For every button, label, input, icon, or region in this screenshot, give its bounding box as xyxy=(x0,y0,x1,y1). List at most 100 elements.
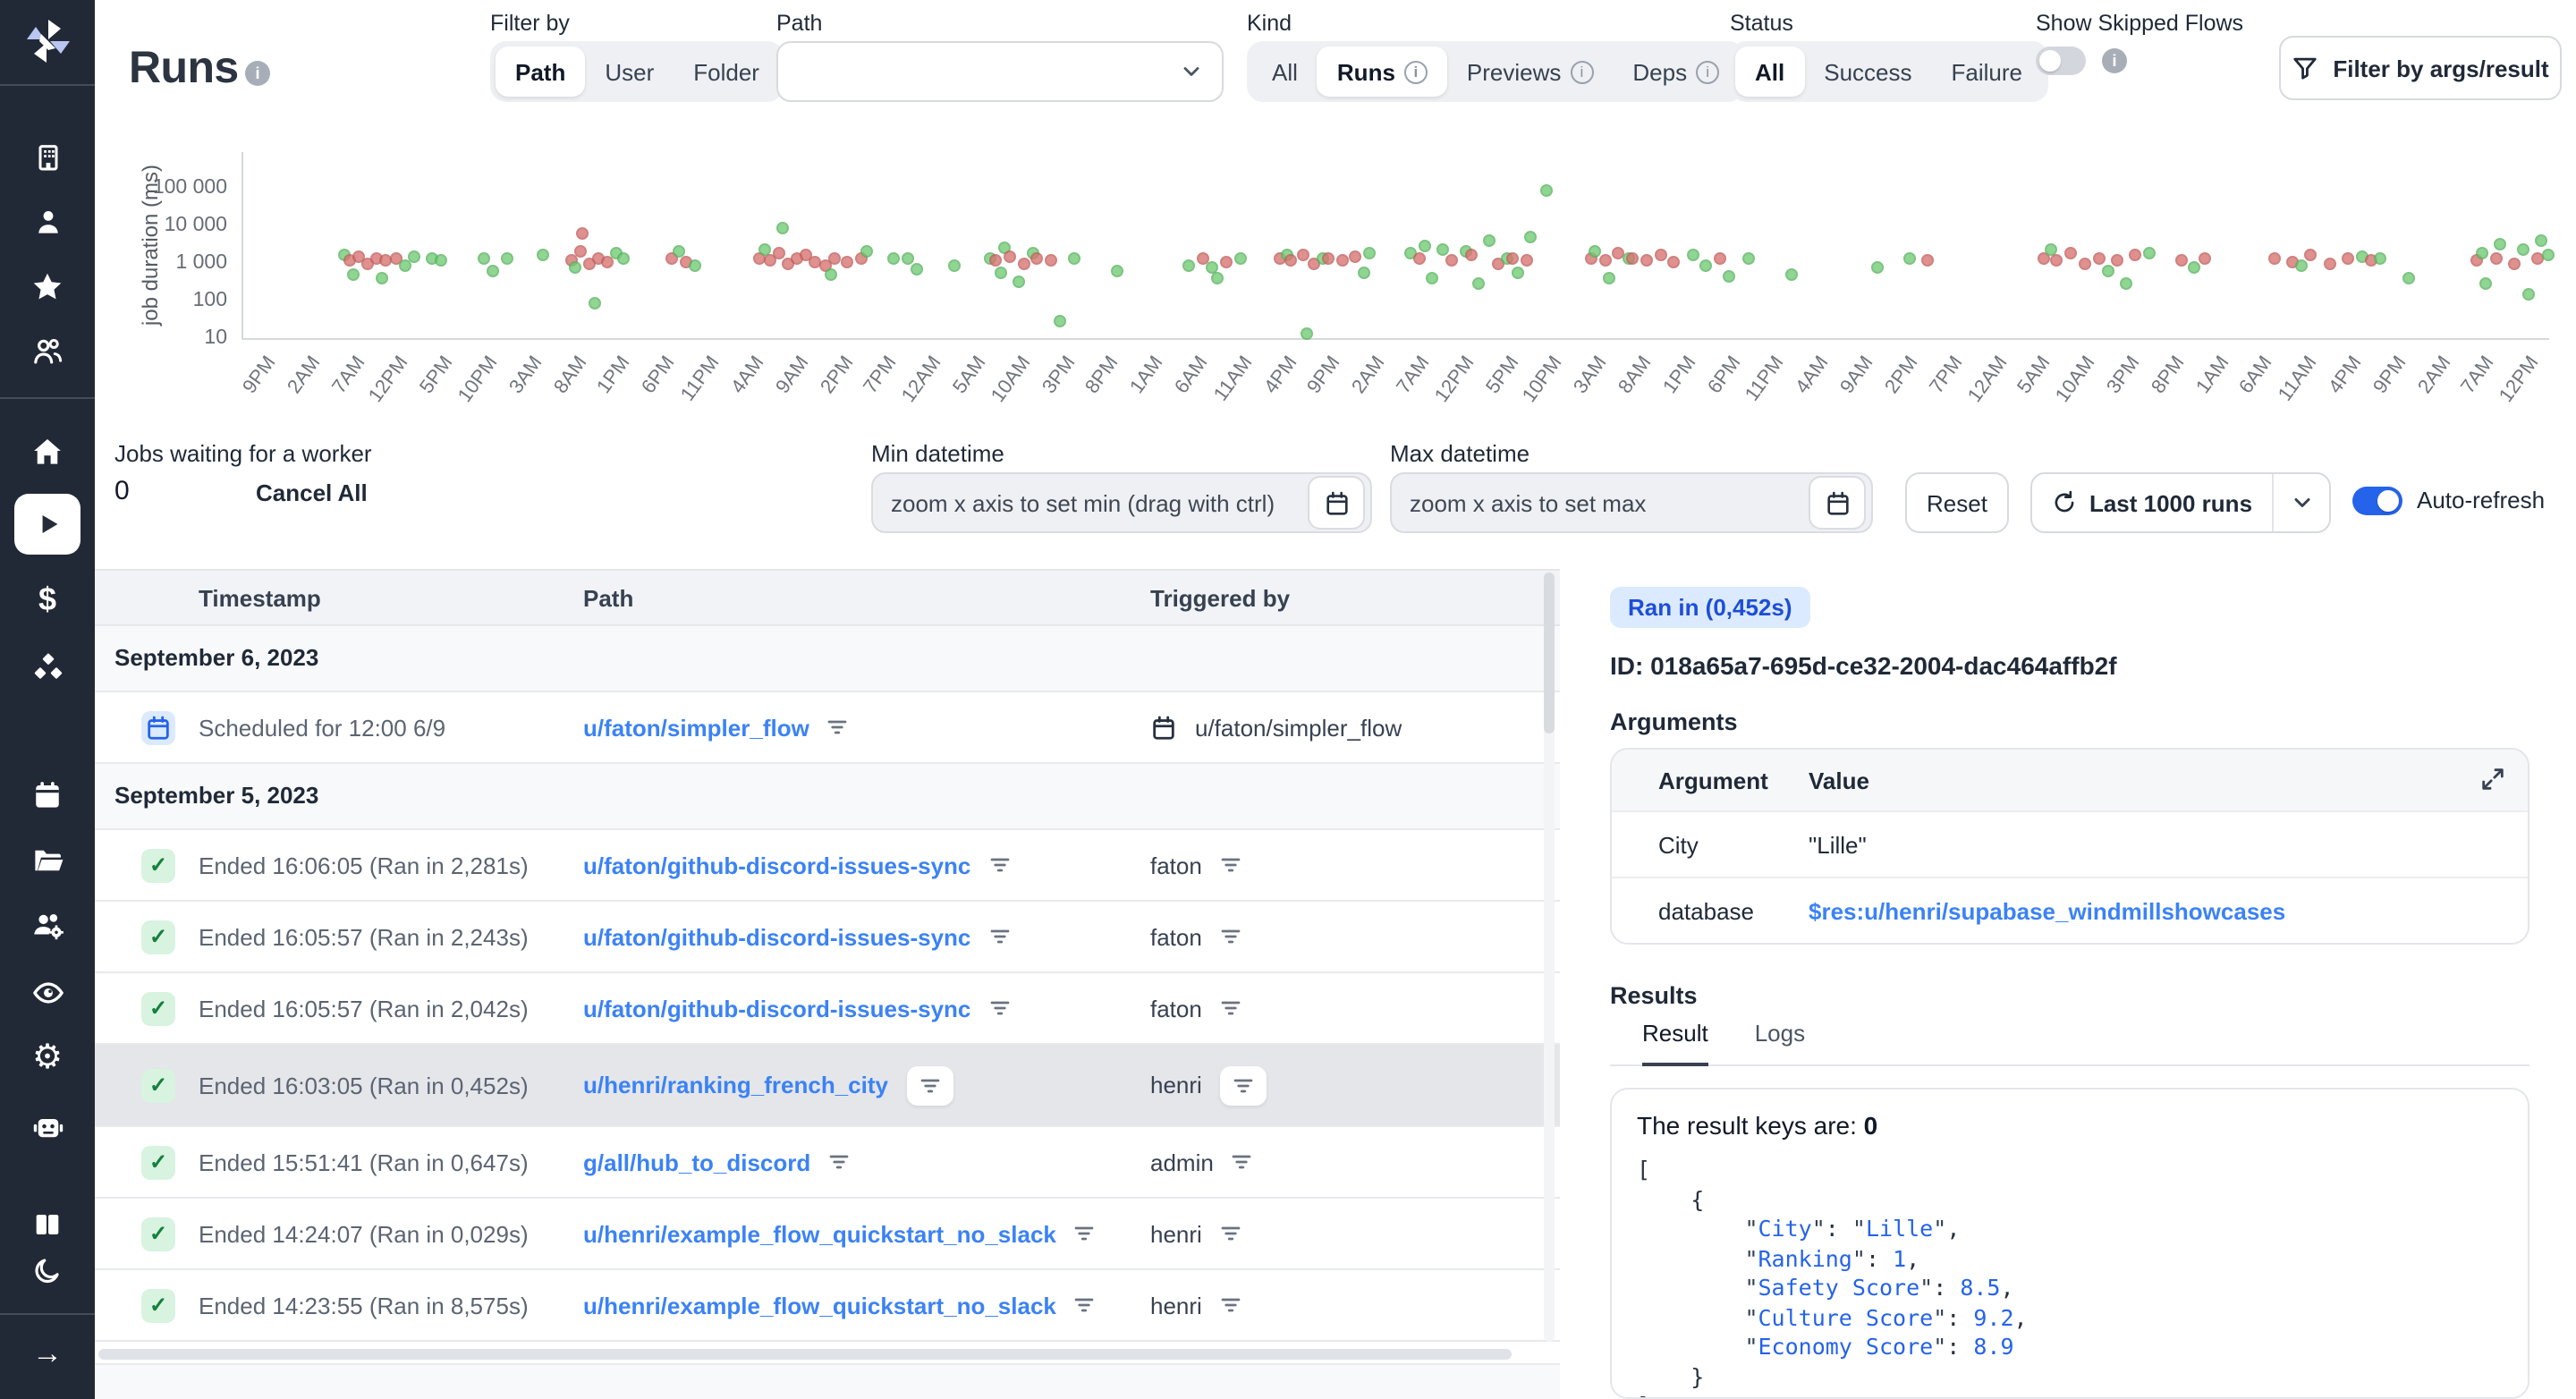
tab-result[interactable]: Result xyxy=(1642,1020,1708,1066)
success-run-dot[interactable] xyxy=(537,249,549,261)
failure-run-dot[interactable] xyxy=(1640,254,1653,267)
success-run-dot[interactable] xyxy=(1785,269,1798,282)
run-path-link[interactable]: u/henri/example_flow_quickstart_no_slack xyxy=(583,1292,1056,1318)
failure-run-dot[interactable] xyxy=(989,255,1002,267)
success-run-dot[interactable] xyxy=(1068,252,1080,265)
failure-run-dot[interactable] xyxy=(842,256,854,268)
failure-run-dot[interactable] xyxy=(1350,250,1362,262)
failure-run-dot[interactable] xyxy=(1598,255,1611,267)
success-run-dot[interactable] xyxy=(1525,232,1538,244)
failure-run-dot[interactable] xyxy=(2508,258,2521,270)
success-run-dot[interactable] xyxy=(2521,288,2534,301)
runs-info-icon[interactable]: i xyxy=(245,61,270,86)
table-row[interactable]: ✓Ended 16:05:57 (Ran in 2,243s)u/faton/g… xyxy=(95,902,1560,973)
info-icon[interactable]: i xyxy=(1696,60,1719,83)
success-run-dot[interactable] xyxy=(1426,273,1438,285)
run-path-link[interactable]: u/henri/ranking_french_city xyxy=(583,1072,888,1098)
success-run-dot[interactable] xyxy=(1511,267,1523,279)
failure-run-dot[interactable] xyxy=(2342,252,2354,265)
failure-run-dot[interactable] xyxy=(2305,248,2318,260)
failure-run-dot[interactable] xyxy=(576,227,589,240)
success-run-dot[interactable] xyxy=(376,272,388,284)
success-run-dot[interactable] xyxy=(1363,247,1376,259)
auto-refresh-toggle[interactable] xyxy=(2352,487,2402,515)
kind-option-deps[interactable]: Depsi xyxy=(1613,47,1739,97)
success-run-dot[interactable] xyxy=(618,253,631,266)
success-run-dot[interactable] xyxy=(758,243,771,256)
failure-run-dot[interactable] xyxy=(1921,255,1934,267)
sidebar-item-folder[interactable] xyxy=(0,830,95,891)
path-select[interactable] xyxy=(776,41,1224,102)
filter-lines-icon[interactable] xyxy=(1220,1223,1241,1244)
success-run-dot[interactable] xyxy=(1234,252,1247,265)
success-run-dot[interactable] xyxy=(1112,265,1124,277)
success-run-dot[interactable] xyxy=(477,251,489,264)
run-path-link[interactable]: g/all/hub_to_discord xyxy=(583,1149,810,1175)
filter-by-option-path[interactable]: Path xyxy=(496,47,585,97)
success-run-dot[interactable] xyxy=(1741,252,1754,265)
success-run-dot[interactable] xyxy=(588,298,600,310)
filter-lines-icon[interactable] xyxy=(906,1065,953,1105)
success-run-dot[interactable] xyxy=(994,266,1006,278)
sidebar-item-users-gear[interactable] xyxy=(0,896,95,957)
success-run-dot[interactable] xyxy=(777,222,790,234)
success-run-dot[interactable] xyxy=(1419,240,1431,252)
failure-run-dot[interactable] xyxy=(2130,249,2142,261)
sidebar-item-calendar[interactable] xyxy=(0,764,95,825)
success-run-dot[interactable] xyxy=(1589,244,1602,257)
failure-run-dot[interactable] xyxy=(1220,256,1233,268)
sidebar-item-dollar[interactable]: $ xyxy=(0,571,95,632)
failure-run-dot[interactable] xyxy=(1322,252,1335,265)
failure-run-dot[interactable] xyxy=(1045,254,1057,267)
show-skipped-info-icon[interactable]: i xyxy=(2102,48,2127,73)
failure-run-dot[interactable] xyxy=(1714,252,1726,265)
sidebar-item-eye[interactable] xyxy=(0,962,95,1023)
status-option-failure[interactable]: Failure xyxy=(1932,47,2043,97)
failure-run-dot[interactable] xyxy=(2079,258,2091,270)
sidebar-item-robot[interactable] xyxy=(0,1097,95,1157)
success-run-dot[interactable] xyxy=(1483,235,1496,248)
success-run-dot[interactable] xyxy=(2536,235,2548,248)
runs-count-refresh-button[interactable]: Last 1000 runs xyxy=(2032,474,2272,531)
success-run-dot[interactable] xyxy=(1183,259,1196,271)
failure-run-dot[interactable] xyxy=(2051,255,2063,267)
success-run-dot[interactable] xyxy=(860,244,873,257)
min-datetime-input[interactable] xyxy=(871,472,1372,533)
table-row[interactable]: ✓Ended 15:51:41 (Ran in 0,647s)g/all/hub… xyxy=(95,1127,1560,1199)
success-run-dot[interactable] xyxy=(1603,273,1615,285)
failure-run-dot[interactable] xyxy=(1668,256,1681,268)
max-datetime-calendar-button[interactable] xyxy=(1809,476,1866,530)
sidebar-item-arrow-right[interactable]: → xyxy=(0,1324,95,1385)
table-vertical-scrollbar[interactable] xyxy=(1544,572,1555,1342)
success-run-dot[interactable] xyxy=(1541,183,1554,196)
success-run-dot[interactable] xyxy=(500,252,513,265)
failure-run-dot[interactable] xyxy=(1414,252,1427,265)
filter-by-option-folder[interactable]: Folder xyxy=(674,47,779,97)
failure-run-dot[interactable] xyxy=(1296,248,1309,260)
filter-lines-icon[interactable] xyxy=(1074,1223,1096,1244)
sidebar-item-moon[interactable] xyxy=(0,1240,95,1301)
table-row[interactable]: ✓Ended 16:06:05 (Ran in 2,281s)u/faton/g… xyxy=(95,830,1560,902)
sidebar-item-user[interactable] xyxy=(0,191,95,252)
success-run-dot[interactable] xyxy=(2494,238,2506,250)
filter-lines-icon[interactable] xyxy=(828,1151,850,1173)
run-path-link[interactable]: u/faton/simpler_flow xyxy=(583,714,809,741)
failure-run-dot[interactable] xyxy=(2064,248,2077,260)
table-row[interactable]: ✓Ended 14:23:55 (Ran in 8,575s)u/henri/e… xyxy=(95,1270,1560,1342)
success-run-dot[interactable] xyxy=(2143,247,2156,259)
success-run-dot[interactable] xyxy=(2480,277,2493,290)
sidebar-item-cubes[interactable] xyxy=(0,639,95,700)
success-run-dot[interactable] xyxy=(2102,266,2114,278)
filter-lines-icon[interactable] xyxy=(1220,854,1241,876)
success-run-dot[interactable] xyxy=(948,260,961,273)
success-run-dot[interactable] xyxy=(2476,246,2488,259)
success-run-dot[interactable] xyxy=(1054,316,1066,328)
success-run-dot[interactable] xyxy=(2374,252,2386,265)
reset-button[interactable]: Reset xyxy=(1905,472,2009,533)
success-run-dot[interactable] xyxy=(2187,262,2199,275)
table-row[interactable]: ✓Ended 14:24:07 (Ran in 0,029s)u/henri/e… xyxy=(95,1199,1560,1270)
failure-run-dot[interactable] xyxy=(1335,255,1348,267)
failure-run-dot[interactable] xyxy=(1284,255,1297,267)
table-row[interactable]: Scheduled for 12:00 6/9u/faton/simpler_f… xyxy=(95,692,1560,764)
success-run-dot[interactable] xyxy=(2542,248,2555,260)
